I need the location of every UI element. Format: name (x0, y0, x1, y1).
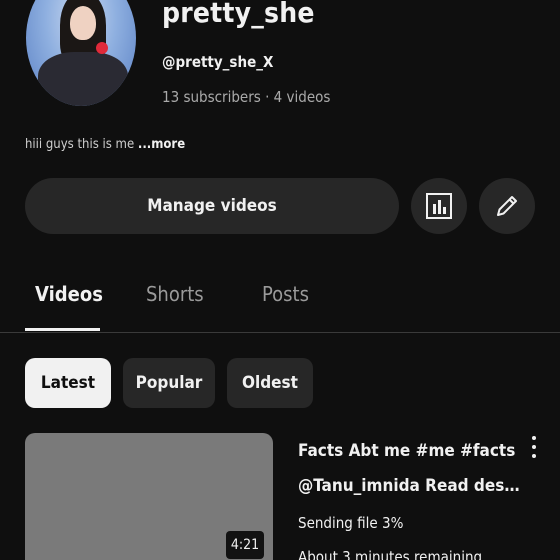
filter-chip-popular[interactable]: Popular (123, 358, 215, 408)
manage-videos-button[interactable]: Manage videos (25, 178, 399, 234)
avatar-face (70, 6, 96, 40)
tab-posts[interactable]: Posts (262, 282, 309, 306)
kebab-dot (532, 454, 536, 458)
kebab-dot (532, 436, 536, 440)
video-title[interactable]: Facts Abt me #me #facts (298, 441, 515, 461)
bio-more-link[interactable]: ...more (138, 137, 185, 152)
video-description[interactable]: @Tanu_imnida Read descr... (298, 476, 520, 496)
channel-name: pretty_she (162, 0, 315, 29)
kebab-dot (532, 445, 536, 449)
analytics-button[interactable] (411, 178, 467, 234)
channel-stats: 13 subscribers · 4 videos (162, 88, 331, 106)
filter-chip-oldest[interactable]: Oldest (227, 358, 313, 408)
upload-eta: About 3 minutes remaining (298, 548, 483, 560)
tab-shorts[interactable]: Shorts (146, 282, 204, 306)
active-tab-indicator (25, 328, 100, 331)
channel-handle: @pretty_she_X (162, 53, 274, 71)
tab-videos[interactable]: Videos (35, 282, 103, 306)
avatar-body (38, 52, 128, 106)
edit-channel-button[interactable] (479, 178, 535, 234)
channel-avatar[interactable] (26, 0, 136, 106)
video-menu-button[interactable] (524, 436, 544, 458)
channel-bio[interactable]: hiii guys this is me ...more (25, 137, 185, 152)
video-duration-badge: 4:21 (226, 531, 264, 559)
pencil-icon (497, 196, 517, 216)
bio-text: hiii guys this is me (25, 137, 138, 152)
tabs-divider (0, 332, 560, 333)
filter-chip-latest[interactable]: Latest (25, 358, 111, 408)
avatar-flower (96, 42, 108, 54)
analytics-icon (426, 193, 452, 219)
upload-status: Sending file 3% (298, 514, 404, 532)
